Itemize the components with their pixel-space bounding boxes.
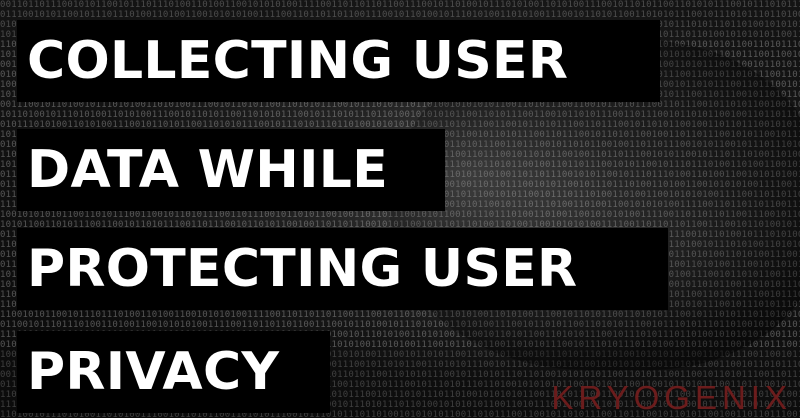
headline-line-4: PRIVACY [17,331,330,413]
banner: 0011011011100101011001011101110100110100… [0,0,800,418]
headline-line-3: PROTECTING USER [17,228,668,310]
headline-line-1: COLLECTING USER [17,20,660,102]
headline-line-2: DATA WHILE [17,129,445,211]
headline: COLLECTING USER DATA WHILE PROTECTING US… [0,0,800,418]
